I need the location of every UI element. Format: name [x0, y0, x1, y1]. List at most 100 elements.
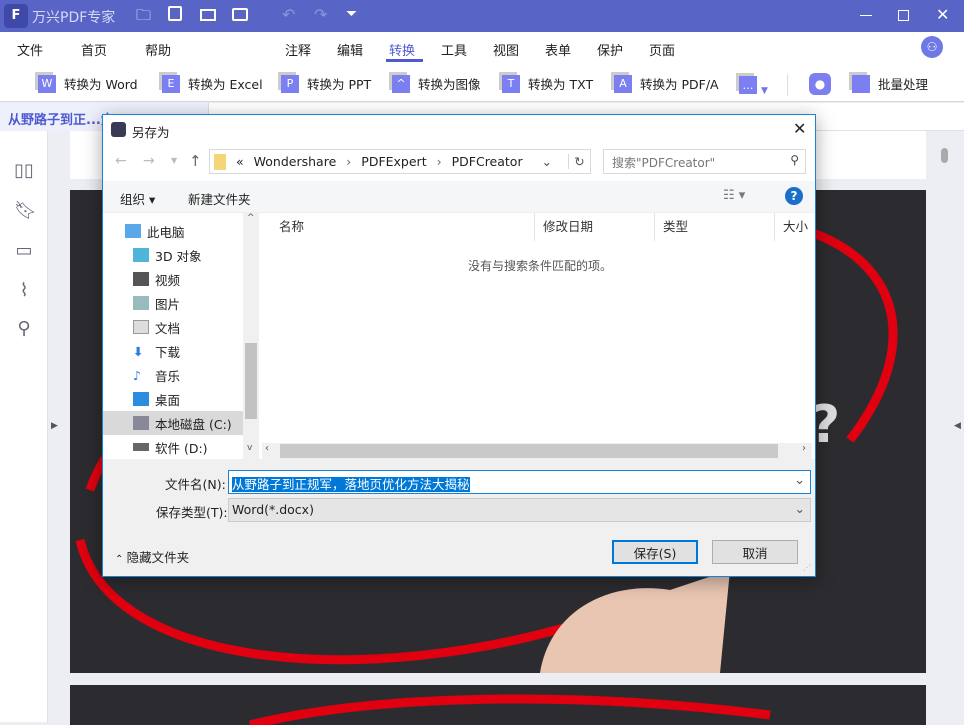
app-title: 万兴PDF专家: [32, 10, 116, 26]
menu-convert[interactable]: 转换: [389, 40, 415, 59]
menu-help[interactable]: 帮助: [145, 40, 171, 59]
menu-page[interactable]: 页面: [649, 40, 675, 59]
breadcrumb-item[interactable]: Wondershare: [254, 154, 337, 169]
expand-sidebar-icon[interactable]: ▶: [51, 421, 58, 431]
up-button[interactable]: ↑: [189, 152, 202, 170]
open-icon[interactable]: 🗀: [136, 5, 151, 30]
nav-this-pc[interactable]: 此电脑: [103, 219, 243, 243]
nav-downloads[interactable]: ⬇ 下载: [103, 339, 243, 363]
desktop-icon: [133, 392, 149, 406]
menu-protect[interactable]: 保护: [597, 40, 623, 59]
nav-scrollbar[interactable]: ^ v: [243, 213, 259, 459]
print-icon[interactable]: [232, 8, 248, 21]
bookmark-icon[interactable]: 🔖︎: [14, 201, 37, 221]
comment-icon[interactable]: ▭: [14, 241, 34, 261]
address-dropdown-icon[interactable]: ⌄: [542, 154, 552, 169]
menu-tools[interactable]: 工具: [441, 40, 467, 59]
menu-form[interactable]: 表单: [545, 40, 571, 59]
menu-view[interactable]: 视图: [493, 40, 519, 59]
breadcrumb-overflow[interactable]: «: [236, 154, 244, 169]
filename-label: 文件名(N):: [165, 477, 226, 492]
empty-message: 没有与搜索条件匹配的项。: [468, 259, 613, 273]
filename-dropdown-icon[interactable]: ⌄: [794, 473, 805, 488]
column-name[interactable]: 名称: [271, 213, 535, 241]
nav-scroll-thumb[interactable]: [245, 343, 257, 419]
menu-annotate[interactable]: 注释: [285, 40, 311, 59]
hscroll-thumb[interactable]: [280, 444, 778, 458]
dialog-command-bar: 组织 ▾ 新建文件夹 ☷ ▾ ?: [103, 181, 815, 213]
music-icon: ♪: [133, 368, 141, 383]
filename-input[interactable]: 从野路子到正规军，落地页优化方法大揭秘 ⌄: [228, 470, 811, 494]
chevron-up-icon: ⌃: [115, 554, 127, 565]
scroll-thumb[interactable]: [941, 148, 948, 163]
save-icon[interactable]: [168, 6, 182, 21]
forward-button[interactable]: →: [143, 153, 155, 169]
minimize-button[interactable]: [860, 15, 872, 16]
document-tab-label: 从野路子到正...大: [8, 113, 114, 128]
txt-icon: T: [502, 74, 520, 93]
file-list-hscrollbar[interactable]: ‹ ›: [262, 443, 812, 459]
breadcrumb-item[interactable]: PDFExpert: [361, 154, 426, 169]
nav-3d-objects[interactable]: 3D 对象: [103, 243, 243, 267]
column-modified[interactable]: 修改日期: [535, 213, 655, 241]
redo-icon[interactable]: ↷: [314, 5, 327, 24]
nav-local-disk-c[interactable]: 本地磁盘 (C:): [103, 411, 243, 435]
label: 下载: [155, 344, 181, 360]
close-button[interactable]: ✕: [936, 5, 949, 24]
mail-icon[interactable]: [200, 9, 216, 21]
thumbnails-icon[interactable]: ▯▯: [14, 161, 34, 181]
menu-file[interactable]: 文件: [17, 40, 43, 59]
nav-documents[interactable]: 文档: [103, 315, 243, 339]
save-as-dialog: 另存为 ✕ ← → ▼ ↑ « Wondershare › PDFExpert › …: [102, 114, 816, 577]
attachment-icon[interactable]: ⌇: [14, 281, 34, 301]
convert-to-txt-button[interactable]: T 转换为 TXT: [502, 74, 593, 93]
document-scrollbar[interactable]: [938, 131, 952, 722]
batch-process-button[interactable]: 批量处理: [852, 74, 928, 93]
address-bar[interactable]: « Wondershare › PDFExpert › PDFCreator ⌄ ↻: [209, 149, 591, 174]
menu-edit[interactable]: 编辑: [337, 40, 363, 59]
filetype-select[interactable]: Word(*.docx) ⌄: [228, 498, 811, 522]
nav-desktop[interactable]: 桌面: [103, 387, 243, 411]
nav-pictures[interactable]: 图片: [103, 291, 243, 315]
label: 批量处理: [878, 77, 929, 92]
column-type[interactable]: 类型: [655, 213, 775, 241]
convert-to-ppt-button[interactable]: P 转换为 PPT: [281, 74, 371, 93]
undo-icon[interactable]: ↶: [282, 5, 295, 24]
save-button[interactable]: 保存(S): [612, 540, 698, 564]
menu-home[interactable]: 首页: [81, 40, 107, 59]
view-options-icon[interactable]: ☷ ▾: [723, 188, 745, 203]
convert-to-word-button[interactable]: W 转换为 Word: [38, 74, 138, 93]
help-icon[interactable]: ?: [785, 187, 803, 205]
refresh-icon[interactable]: ↻: [568, 154, 590, 169]
hide-folders-toggle[interactable]: ⌃ 隐藏文件夹: [115, 547, 189, 566]
dialog-close-button[interactable]: ✕: [793, 119, 806, 138]
recent-dropdown[interactable]: ▼: [171, 156, 177, 165]
convert-to-pdfa-button[interactable]: A 转换为 PDF/A: [614, 74, 719, 93]
convert-to-image-button[interactable]: ^ 转换为图像: [392, 74, 481, 93]
user-avatar[interactable]: ⚇: [921, 36, 943, 58]
nav-videos[interactable]: 视频: [103, 267, 243, 291]
collapse-right-panel-icon[interactable]: ◀: [954, 421, 961, 431]
maximize-button[interactable]: [898, 10, 909, 21]
pdf-page-next: [70, 685, 926, 725]
breadcrumb-item[interactable]: PDFCreator: [452, 154, 523, 169]
label: 转换为图像: [418, 77, 481, 92]
nav-music[interactable]: ♪ 音乐: [103, 363, 243, 387]
quick-access-dropdown-icon[interactable]: ⏷: [346, 6, 357, 22]
more-formats-button[interactable]: … ▼: [739, 74, 768, 96]
cancel-button[interactable]: 取消: [712, 540, 798, 564]
nav-disk-d[interactable]: 软件 (D:): [103, 435, 243, 459]
resize-grip[interactable]: ⋰: [803, 563, 811, 572]
settings-hex-icon[interactable]: ●: [809, 73, 831, 95]
column-size[interactable]: 大小: [775, 213, 815, 241]
video-icon: [133, 272, 149, 286]
organize-button[interactable]: 组织 ▾: [120, 189, 155, 208]
label: 此电脑: [147, 224, 185, 240]
ppt-icon: P: [281, 74, 299, 93]
back-button[interactable]: ←: [115, 153, 127, 169]
search-icon[interactable]: ⚲: [14, 319, 34, 339]
convert-to-excel-button[interactable]: E 转换为 Excel: [162, 74, 263, 93]
search-input[interactable]: 搜索"PDFCreator" ⚲: [603, 149, 806, 174]
new-folder-button[interactable]: 新建文件夹: [188, 189, 251, 208]
label: 隐藏文件夹: [126, 550, 190, 565]
